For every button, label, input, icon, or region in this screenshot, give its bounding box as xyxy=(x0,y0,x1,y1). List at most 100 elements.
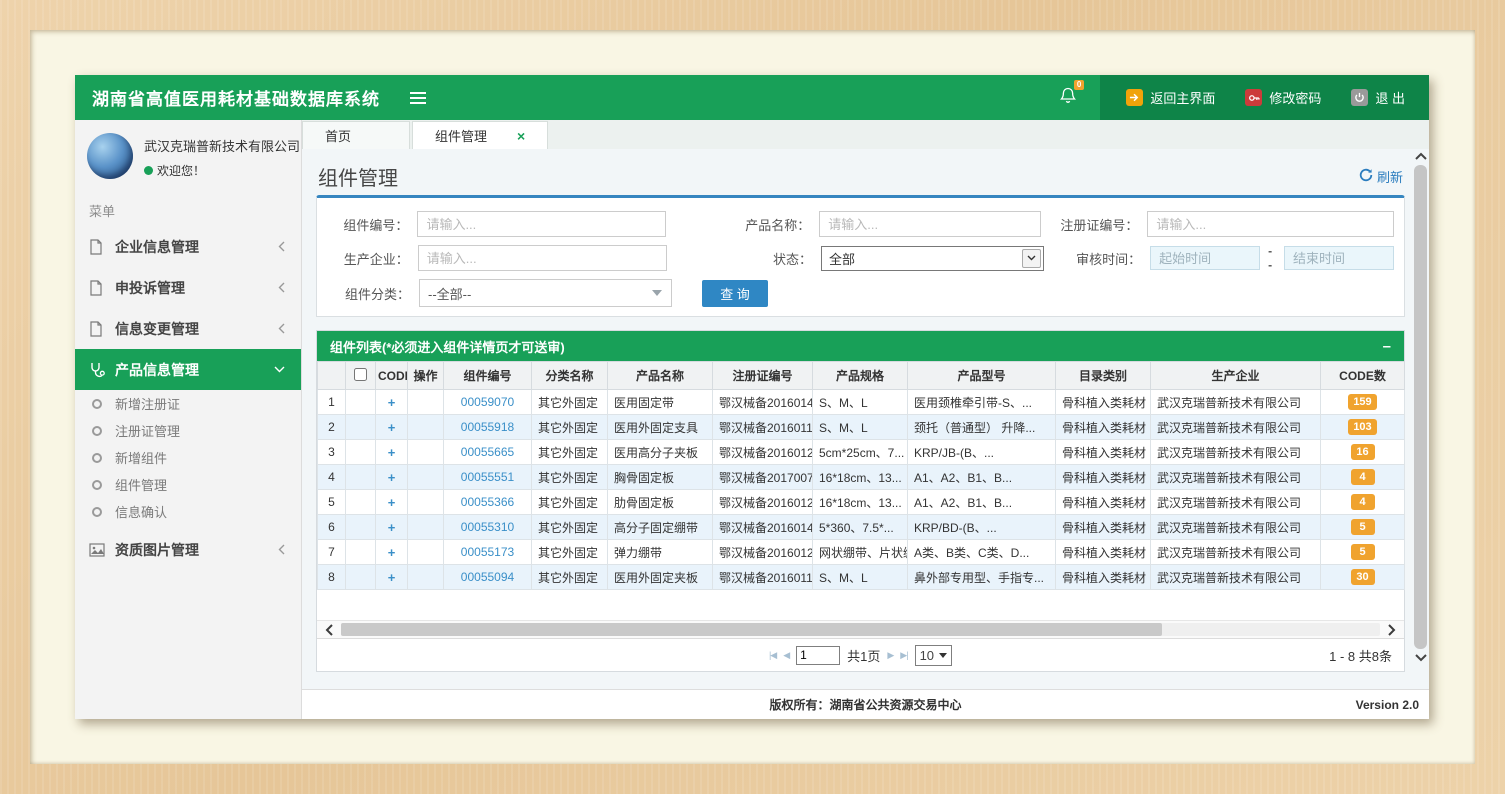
first-page-button[interactable]: |◀ xyxy=(769,650,776,661)
catalog-cell: 骨科植入类耗材 xyxy=(1056,390,1151,415)
row-code-cell: + xyxy=(376,515,408,540)
spec-cell: S、M、L xyxy=(813,565,908,590)
scroll-right-icon[interactable] xyxy=(1380,624,1404,636)
page-title: 组件管理 xyxy=(318,162,398,191)
submenu-item-cert-management[interactable]: 注册证管理 xyxy=(75,417,301,444)
col-checkbox xyxy=(346,362,376,390)
horizontal-scrollbar[interactable] xyxy=(317,620,1404,638)
tab-home[interactable]: 首页 xyxy=(302,121,410,149)
page-size-select[interactable]: 10 xyxy=(915,645,952,666)
horizontal-scroll-thumb[interactable] xyxy=(341,623,1162,636)
avatar xyxy=(87,133,133,179)
manufacturer-cell: 武汉克瑞普新技术有限公司 xyxy=(1151,565,1321,590)
notification-bell-button[interactable]: 0 xyxy=(1060,87,1076,108)
expand-codes-link[interactable]: + xyxy=(388,545,396,560)
sidebar-item-info-change[interactable]: 信息变更管理 xyxy=(75,308,301,349)
cert-no-cell: 鄂汉械备20170072 xyxy=(713,465,813,490)
hamburger-menu-icon[interactable] xyxy=(410,89,426,107)
row-operation-cell xyxy=(408,490,444,515)
component-no-link[interactable]: 00055366 xyxy=(461,495,514,509)
vertical-scroll-thumb[interactable] xyxy=(1414,165,1427,649)
circle-icon xyxy=(92,507,102,517)
total-pages-label: 共1页 xyxy=(847,646,880,665)
component-no-link[interactable]: 00055665 xyxy=(461,445,514,459)
spec-cell: S、M、L xyxy=(813,390,908,415)
code-count-badge: 5 xyxy=(1351,544,1375,560)
sidebar-item-enterprise-info[interactable]: 企业信息管理 xyxy=(75,226,301,267)
tab-component-management[interactable]: 组件管理 × xyxy=(412,121,548,149)
component-no-link[interactable]: 00055918 xyxy=(461,420,514,434)
submenu-item-new-component[interactable]: 新增组件 xyxy=(75,444,301,471)
change-password-button[interactable]: 修改密码 xyxy=(1245,88,1321,107)
category-cell: 其它外固定 xyxy=(532,515,608,540)
start-date-input[interactable] xyxy=(1150,246,1260,270)
component-no-cell: 00055310 xyxy=(444,515,532,540)
component-table: CODE 操作 组件编号 分类名称 产品名称 注册证编号 产品规格 产品型号 目… xyxy=(317,361,1405,590)
vertical-scrollbar[interactable] xyxy=(1412,149,1429,665)
code-count-cell: 5 xyxy=(1321,515,1405,540)
stethoscope-icon xyxy=(89,362,115,378)
prev-page-button[interactable]: ◀ xyxy=(783,650,789,661)
component-no-link[interactable]: 00055173 xyxy=(461,545,514,559)
submenu-item-info-confirm[interactable]: 信息确认 xyxy=(75,498,301,525)
component-no-input[interactable] xyxy=(417,211,666,237)
select-all-checkbox[interactable] xyxy=(354,368,367,381)
spec-cell: 5*360、7.5*... xyxy=(813,515,908,540)
expand-codes-link[interactable]: + xyxy=(388,395,396,410)
close-tab-icon[interactable]: × xyxy=(517,129,525,143)
component-no-link[interactable]: 00055310 xyxy=(461,520,514,534)
expand-codes-link[interactable]: + xyxy=(388,470,396,485)
copyright-text: 版权所有：湖南省公共资源交易中心 xyxy=(769,696,961,713)
cert-no-input[interactable] xyxy=(1147,211,1394,237)
logout-button[interactable]: 退 出 xyxy=(1351,88,1405,107)
spec-cell: 网状绷带、片状绷带... xyxy=(813,540,908,565)
manufacturer-input[interactable] xyxy=(418,245,667,271)
chevron-left-icon xyxy=(278,323,285,334)
expand-codes-link[interactable]: + xyxy=(388,520,396,535)
sidebar-item-product-info[interactable]: 产品信息管理 xyxy=(75,349,301,390)
component-no-link[interactable]: 00055094 xyxy=(461,570,514,584)
expand-codes-link[interactable]: + xyxy=(388,570,396,585)
collapse-panel-button[interactable]: – xyxy=(1383,339,1391,354)
scroll-down-icon[interactable] xyxy=(1412,651,1429,665)
last-page-button[interactable]: ▶| xyxy=(900,650,907,661)
expand-codes-link[interactable]: + xyxy=(388,445,396,460)
sidebar-item-complaints[interactable]: 申投诉管理 xyxy=(75,267,301,308)
submenu-item-component-management[interactable]: 组件管理 xyxy=(75,471,301,498)
power-icon xyxy=(1351,89,1368,106)
select-arrow-icon xyxy=(1022,249,1041,268)
row-operation-cell xyxy=(408,515,444,540)
component-no-cell: 00055551 xyxy=(444,465,532,490)
component-no-cell: 00055665 xyxy=(444,440,532,465)
next-page-button[interactable]: ▶ xyxy=(887,650,893,661)
component-no-link[interactable]: 00059070 xyxy=(461,395,514,409)
component-list-panel: 组件列表(*必须进入组件详情页才可送审) – xyxy=(316,330,1405,672)
scroll-left-icon[interactable] xyxy=(317,624,341,636)
expand-codes-link[interactable]: + xyxy=(388,420,396,435)
category-cell: 其它外固定 xyxy=(532,440,608,465)
col-index xyxy=(318,362,346,390)
submenu-item-new-cert[interactable]: 新增注册证 xyxy=(75,390,301,417)
col-code: CODE xyxy=(376,362,408,390)
category-select[interactable]: --全部-- xyxy=(419,279,672,307)
expand-codes-link[interactable]: + xyxy=(388,495,396,510)
model-cell: 鼻外部专用型、手指专... xyxy=(908,565,1056,590)
scroll-up-icon[interactable] xyxy=(1412,149,1429,163)
product-name-input[interactable] xyxy=(819,211,1041,237)
end-date-input[interactable] xyxy=(1284,246,1394,270)
product-name-cell: 弹力绷带 xyxy=(608,540,713,565)
return-main-button[interactable]: 返回主界面 xyxy=(1126,88,1215,107)
catalog-cell: 骨科植入类耗材 xyxy=(1056,465,1151,490)
model-cell: A1、A2、B1、B... xyxy=(908,465,1056,490)
component-no-link[interactable]: 00055551 xyxy=(461,470,514,484)
row-code-cell: + xyxy=(376,415,408,440)
sidebar-item-qualification-images[interactable]: 资质图片管理 xyxy=(75,529,301,570)
table-row: 5+00055366其它外固定肋骨固定板鄂汉械备2016012016*18cm、… xyxy=(318,490,1405,515)
query-button[interactable]: 查 询 xyxy=(702,280,768,307)
table-row: 8+00055094其它外固定医用外固定夹板鄂汉械备20160116S、M、L鼻… xyxy=(318,565,1405,590)
refresh-button[interactable]: 刷新 xyxy=(1359,167,1403,186)
row-code-cell: + xyxy=(376,465,408,490)
status-select[interactable]: 全部 xyxy=(821,246,1044,271)
file-icon xyxy=(89,280,115,296)
page-number-input[interactable] xyxy=(796,646,840,665)
